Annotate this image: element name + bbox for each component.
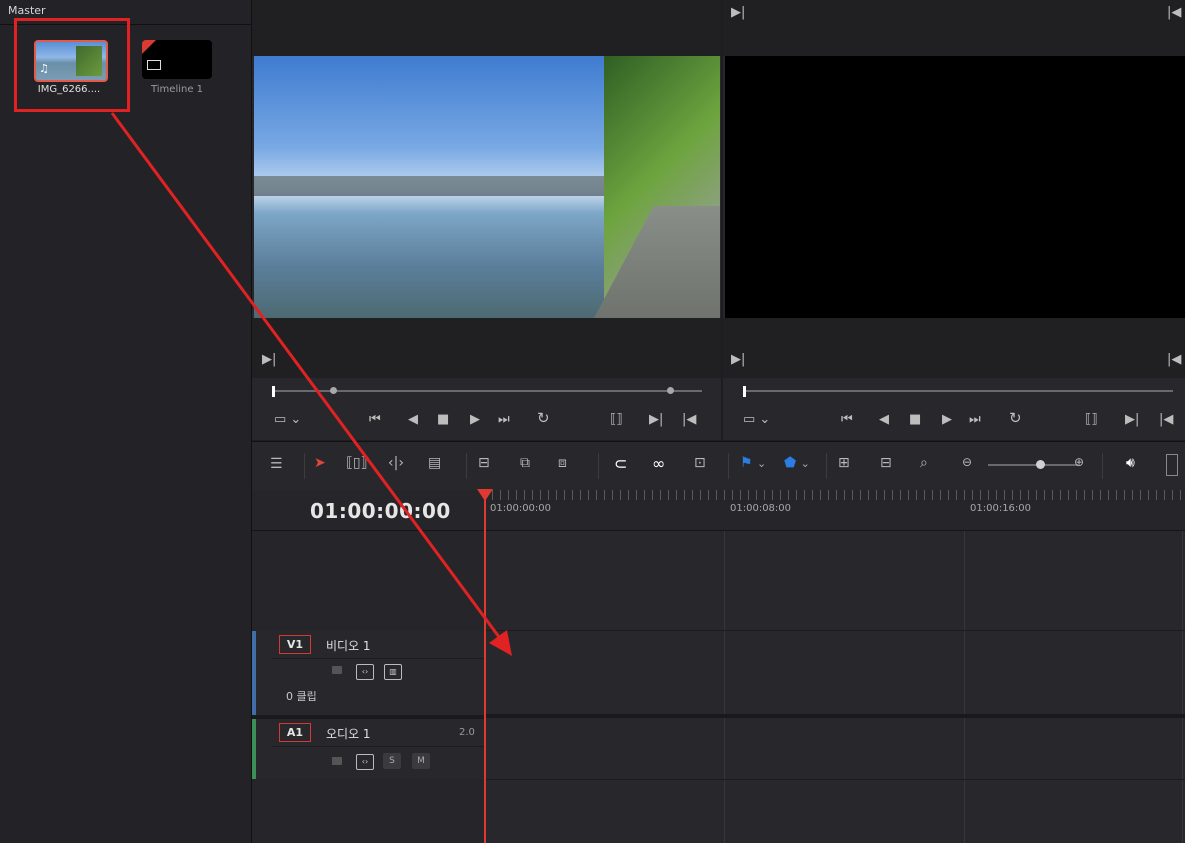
drag-arrow-annotation [110,112,512,656]
